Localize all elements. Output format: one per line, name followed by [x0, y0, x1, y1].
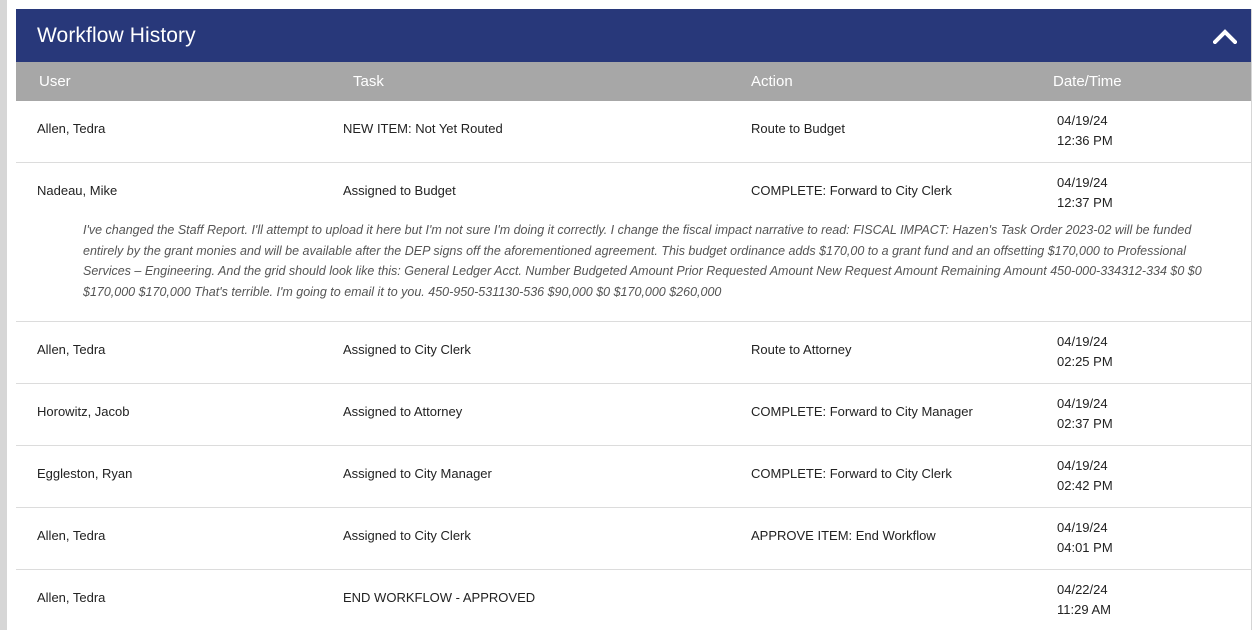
row-task: Assigned to City Clerk: [343, 528, 471, 543]
table-row: Allen, Tedra Assigned to City Clerk APPR…: [16, 508, 1251, 570]
table-row: Allen, Tedra END WORKFLOW - APPROVED 04/…: [16, 570, 1251, 630]
row-user: Horowitz, Jacob: [37, 404, 130, 419]
row-action: Route to Budget: [751, 121, 845, 136]
panel-title: Workflow History: [37, 23, 196, 47]
row-datetime: 04/19/24 04:01 PM: [1057, 518, 1113, 558]
row-action: APPROVE ITEM: End Workflow: [751, 528, 936, 543]
row-date: 04/19/24: [1057, 113, 1108, 128]
row-time: 12:37 PM: [1057, 195, 1113, 210]
collapse-button[interactable]: [1207, 18, 1243, 54]
row-task: Assigned to Budget: [343, 183, 456, 198]
row-user: Nadeau, Mike: [37, 183, 118, 198]
table-row: Horowitz, Jacob Assigned to Attorney COM…: [16, 384, 1251, 446]
page: Workflow History User Task Action Date/T…: [0, 0, 1253, 630]
row-datetime: 04/19/24 12:36 PM: [1057, 111, 1113, 151]
workflow-history-panel: Workflow History User Task Action Date/T…: [16, 9, 1252, 630]
column-header-action[interactable]: Action: [751, 73, 793, 90]
row-task: Assigned to City Manager: [343, 466, 492, 481]
row-date: 04/19/24: [1057, 458, 1108, 473]
row-action: COMPLETE: Forward to City Manager: [751, 404, 973, 419]
left-scroll-rail: [0, 0, 7, 630]
row-time: 11:29 AM: [1057, 602, 1111, 617]
row-date: 04/19/24: [1057, 520, 1108, 535]
row-time: 02:25 PM: [1057, 354, 1113, 369]
row-date: 04/19/24: [1057, 334, 1108, 349]
row-date: 04/19/24: [1057, 396, 1108, 411]
table-row: Nadeau, Mike Assigned to Budget COMPLETE…: [16, 163, 1251, 322]
panel-header[interactable]: Workflow History: [16, 9, 1251, 62]
table-row: Allen, Tedra Assigned to City Clerk Rout…: [16, 322, 1251, 384]
row-datetime: 04/19/24 02:25 PM: [1057, 332, 1113, 372]
row-time: 12:36 PM: [1057, 133, 1113, 148]
row-datetime: 04/19/24 12:37 PM: [1057, 173, 1113, 213]
row-datetime: 04/19/24 02:37 PM: [1057, 394, 1113, 434]
row-user: Eggleston, Ryan: [37, 466, 133, 481]
row-datetime: 04/19/24 02:42 PM: [1057, 456, 1113, 496]
column-header-datetime[interactable]: Date/Time: [1053, 73, 1122, 90]
row-date: 04/19/24: [1057, 175, 1108, 190]
row-task: Assigned to City Clerk: [343, 342, 471, 357]
row-user: Allen, Tedra: [37, 590, 106, 605]
table-row: Allen, Tedra NEW ITEM: Not Yet Routed Ro…: [16, 101, 1251, 163]
row-date: 04/22/24: [1057, 582, 1108, 597]
row-user: Allen, Tedra: [37, 528, 106, 543]
column-header-user[interactable]: User: [39, 73, 71, 90]
row-task: NEW ITEM: Not Yet Routed: [343, 121, 503, 136]
chevron-up-icon: [1213, 28, 1237, 44]
row-action: COMPLETE: Forward to City Clerk: [751, 466, 952, 481]
row-time: 02:42 PM: [1057, 478, 1113, 493]
column-header-task[interactable]: Task: [353, 73, 384, 90]
row-action: COMPLETE: Forward to City Clerk: [751, 183, 952, 198]
row-action: Route to Attorney: [751, 342, 852, 357]
row-user: Allen, Tedra: [37, 342, 106, 357]
row-time: 04:01 PM: [1057, 540, 1113, 555]
row-task: Assigned to Attorney: [343, 404, 463, 419]
row-time: 02:37 PM: [1057, 416, 1113, 431]
table-row: Eggleston, Ryan Assigned to City Manager…: [16, 446, 1251, 508]
row-comment: I've changed the Staff Report. I'll atte…: [83, 223, 1202, 299]
column-header-row: User Task Action Date/Time: [16, 62, 1251, 101]
row-user: Allen, Tedra: [37, 121, 106, 136]
row-datetime: 04/22/24 11:29 AM: [1057, 580, 1111, 620]
row-task: END WORKFLOW - APPROVED: [343, 590, 536, 605]
